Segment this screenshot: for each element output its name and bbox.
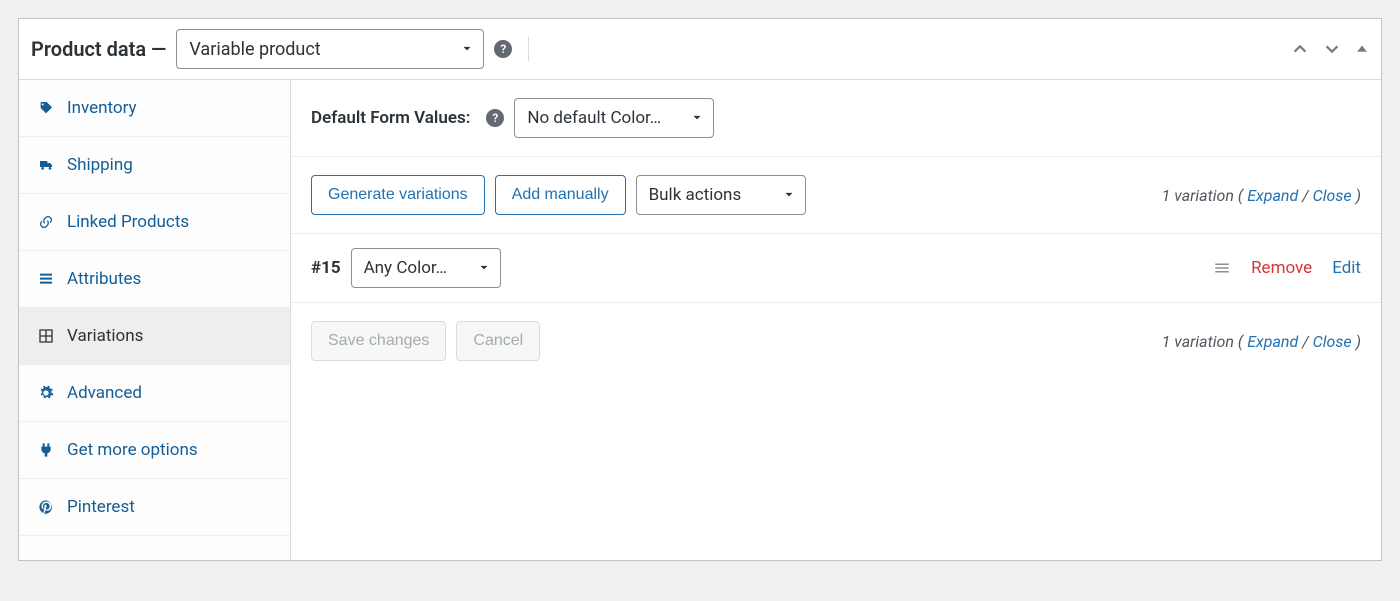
chevron-up-icon[interactable] xyxy=(1291,40,1309,58)
edit-link[interactable]: Edit xyxy=(1332,258,1361,278)
save-changes-button[interactable]: Save changes xyxy=(311,321,446,361)
product-type-value: Variable product xyxy=(176,29,484,69)
variation-count-top: 1 variation ( Expand / Close ) xyxy=(1162,186,1361,205)
product-type-select[interactable]: Variable product xyxy=(176,29,484,69)
footer-row: Save changes Cancel 1 variation ( Expand… xyxy=(291,303,1381,379)
content: Default Form Values: ? No default Color…… xyxy=(291,80,1381,560)
variation-row[interactable]: #15 Any Color… Remove Edit xyxy=(291,234,1381,303)
tag-icon xyxy=(37,99,55,117)
divider xyxy=(528,37,529,61)
panel-header: Product data — Variable product ? xyxy=(19,19,1381,80)
help-icon[interactable]: ? xyxy=(494,40,512,58)
caret-up-icon[interactable] xyxy=(1355,42,1369,56)
sidebar-item-attributes[interactable]: Attributes xyxy=(19,251,290,308)
bulk-actions-select[interactable]: Bulk actions xyxy=(636,175,806,215)
sidebar-item-advanced[interactable]: Advanced xyxy=(19,365,290,422)
gear-icon xyxy=(37,384,55,402)
variation-attribute-value: Any Color… xyxy=(351,248,501,288)
panel-title: Product data — xyxy=(31,37,166,61)
sidebar-item-get-more-options[interactable]: Get more options xyxy=(19,422,290,479)
default-form-values-label: Default Form Values: xyxy=(311,108,470,128)
grid-icon xyxy=(37,327,55,345)
variation-count-bottom: 1 variation ( Expand / Close ) xyxy=(1162,332,1361,351)
add-manually-button[interactable]: Add manually xyxy=(495,175,626,215)
variation-attribute-select[interactable]: Any Color… xyxy=(351,248,501,288)
sidebar-item-label: Get more options xyxy=(67,440,198,460)
sidebar: Inventory Shipping Linked Products Attri… xyxy=(19,80,291,560)
sidebar-item-label: Inventory xyxy=(67,98,137,118)
sidebar-item-linked-products[interactable]: Linked Products xyxy=(19,194,290,251)
link-icon xyxy=(37,213,55,231)
variation-count-text: 1 variation xyxy=(1162,332,1234,351)
default-form-values-value: No default Color… xyxy=(514,98,714,138)
sidebar-item-pinterest[interactable]: Pinterest xyxy=(19,479,290,536)
sidebar-item-variations[interactable]: Variations xyxy=(19,308,290,365)
variation-id: #15 xyxy=(311,258,341,278)
drag-handle-icon[interactable] xyxy=(1213,259,1231,277)
default-form-values-select[interactable]: No default Color… xyxy=(514,98,714,138)
cancel-button[interactable]: Cancel xyxy=(456,321,540,361)
sidebar-item-label: Variations xyxy=(67,326,143,346)
truck-icon xyxy=(37,156,55,174)
generate-variations-button[interactable]: Generate variations xyxy=(311,175,485,215)
sidebar-item-label: Attributes xyxy=(67,269,141,289)
product-data-panel: Product data — Variable product ? Invent… xyxy=(18,18,1382,561)
chevron-down-icon[interactable] xyxy=(1323,40,1341,58)
expand-link[interactable]: Expand xyxy=(1247,332,1298,351)
close-link[interactable]: Close xyxy=(1313,332,1352,351)
list-icon xyxy=(37,270,55,288)
plug-icon xyxy=(37,441,55,459)
variations-toolbar-row: Generate variations Add manually Bulk ac… xyxy=(291,157,1381,234)
sidebar-item-shipping[interactable]: Shipping xyxy=(19,137,290,194)
pinterest-icon xyxy=(37,498,55,516)
variation-count-text: 1 variation xyxy=(1162,186,1234,205)
sidebar-item-inventory[interactable]: Inventory xyxy=(19,80,290,137)
bulk-actions-value: Bulk actions xyxy=(636,175,806,215)
sidebar-item-label: Advanced xyxy=(67,383,142,403)
default-form-values-row: Default Form Values: ? No default Color… xyxy=(291,80,1381,157)
expand-link[interactable]: Expand xyxy=(1247,186,1298,205)
sidebar-item-label: Pinterest xyxy=(67,497,135,517)
help-icon[interactable]: ? xyxy=(486,109,504,127)
sidebar-item-label: Shipping xyxy=(67,155,133,175)
sidebar-item-label: Linked Products xyxy=(67,212,189,232)
remove-link[interactable]: Remove xyxy=(1251,258,1312,278)
panel-body: Inventory Shipping Linked Products Attri… xyxy=(19,80,1381,560)
close-link[interactable]: Close xyxy=(1313,186,1352,205)
